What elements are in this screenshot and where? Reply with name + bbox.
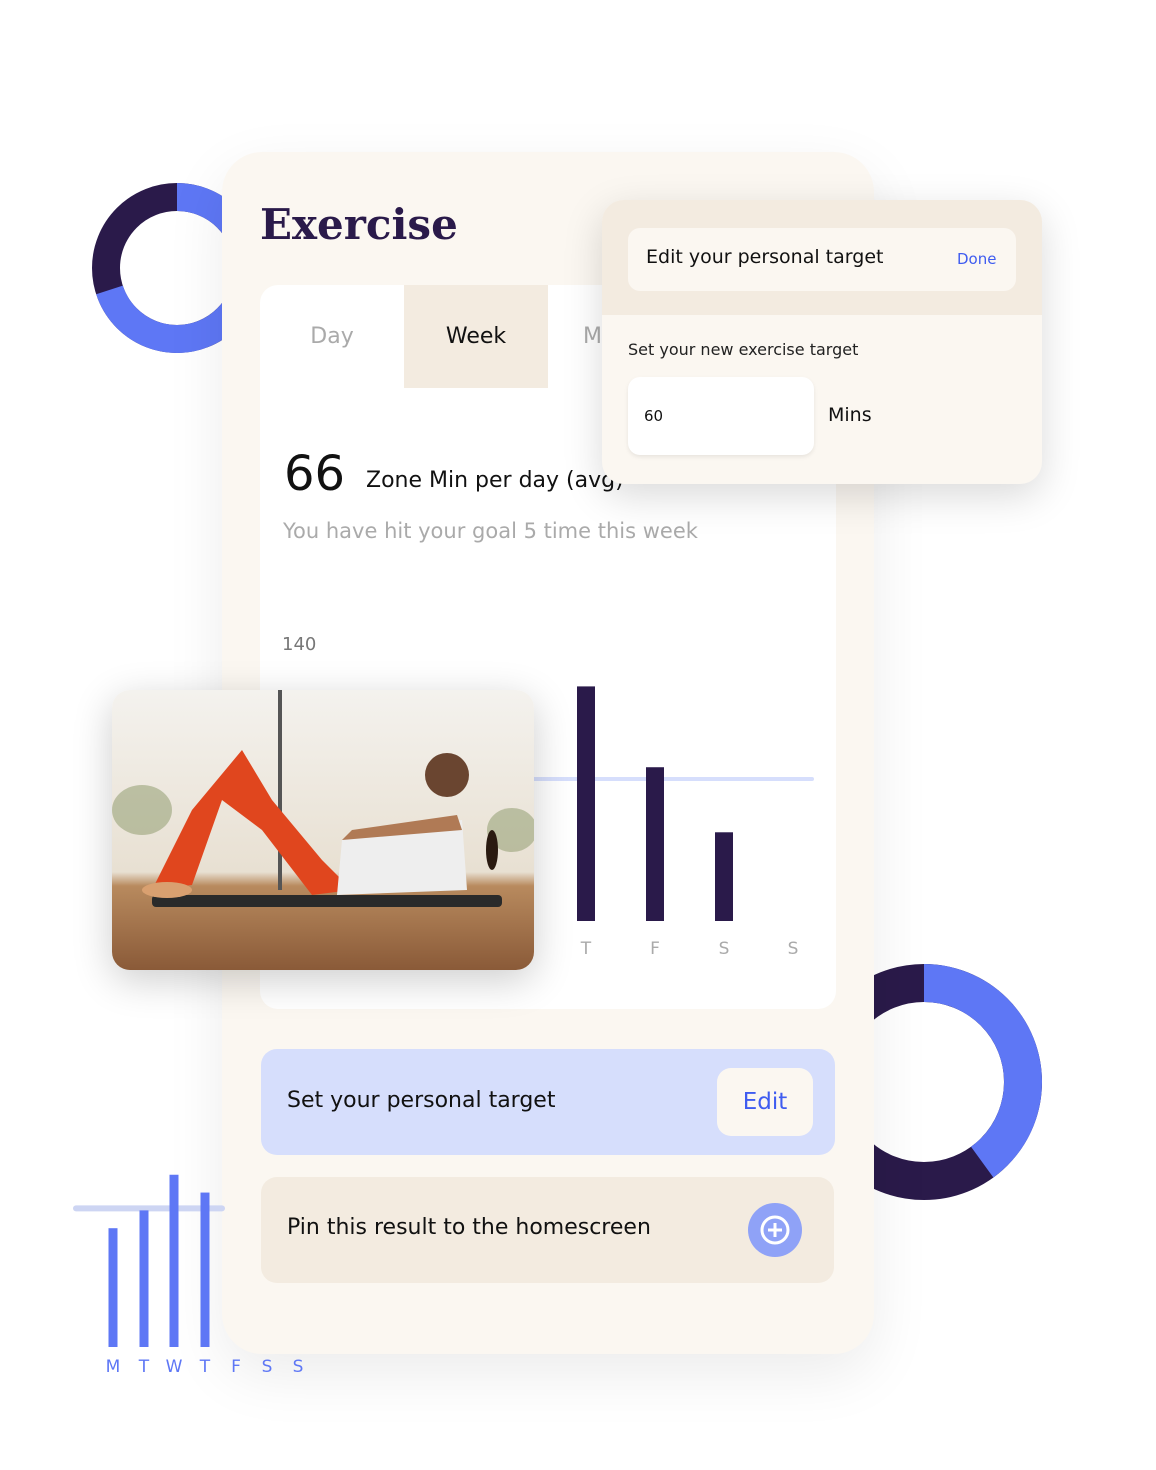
avg-value: 66 bbox=[284, 446, 346, 502]
small-bar-0 bbox=[108, 1228, 118, 1347]
small-bar-2 bbox=[169, 1174, 179, 1347]
tab-month[interactable]: M bbox=[548, 285, 602, 388]
personal-target-label: Set your personal target bbox=[287, 1088, 556, 1113]
edit-target-popup: Edit your personal target Done Set your … bbox=[602, 200, 1042, 484]
small-x-label-5: S bbox=[262, 1357, 273, 1377]
small-x-label-2: W bbox=[166, 1357, 183, 1377]
woman-doing-crunches-image bbox=[112, 690, 534, 970]
tab-week[interactable]: Week bbox=[404, 285, 548, 388]
plus-circle-icon[interactable] bbox=[748, 1203, 802, 1257]
target-field-label: Set your new exercise target bbox=[628, 340, 859, 359]
exercise-photo bbox=[112, 690, 534, 970]
small-x-label-0: M bbox=[106, 1357, 121, 1377]
small-x-label-4: F bbox=[231, 1357, 241, 1377]
donut-accent-arc bbox=[923, 964, 1042, 1178]
target-minutes-input[interactable] bbox=[628, 377, 814, 455]
done-button[interactable]: Done bbox=[957, 250, 996, 268]
small-bar-1 bbox=[139, 1210, 149, 1347]
target-unit-label: Mins bbox=[828, 404, 872, 426]
popup-title: Edit your personal target bbox=[646, 246, 884, 268]
small-x-label-3: T bbox=[199, 1357, 211, 1377]
goal-summary: You have hit your goal 5 time this week bbox=[283, 519, 698, 543]
small-x-label-6: S bbox=[293, 1357, 304, 1377]
avg-unit: Zone Min per day (avg) bbox=[366, 468, 624, 493]
small-bar-3 bbox=[200, 1192, 210, 1347]
small-x-label-1: T bbox=[138, 1357, 150, 1377]
page-title: Exercise bbox=[260, 200, 458, 249]
y-axis-max-label: 140 bbox=[282, 634, 317, 655]
tab-day[interactable]: Day bbox=[260, 285, 404, 388]
edit-target-button[interactable]: Edit bbox=[717, 1068, 813, 1136]
pin-homescreen-label: Pin this result to the homescreen bbox=[287, 1215, 651, 1240]
